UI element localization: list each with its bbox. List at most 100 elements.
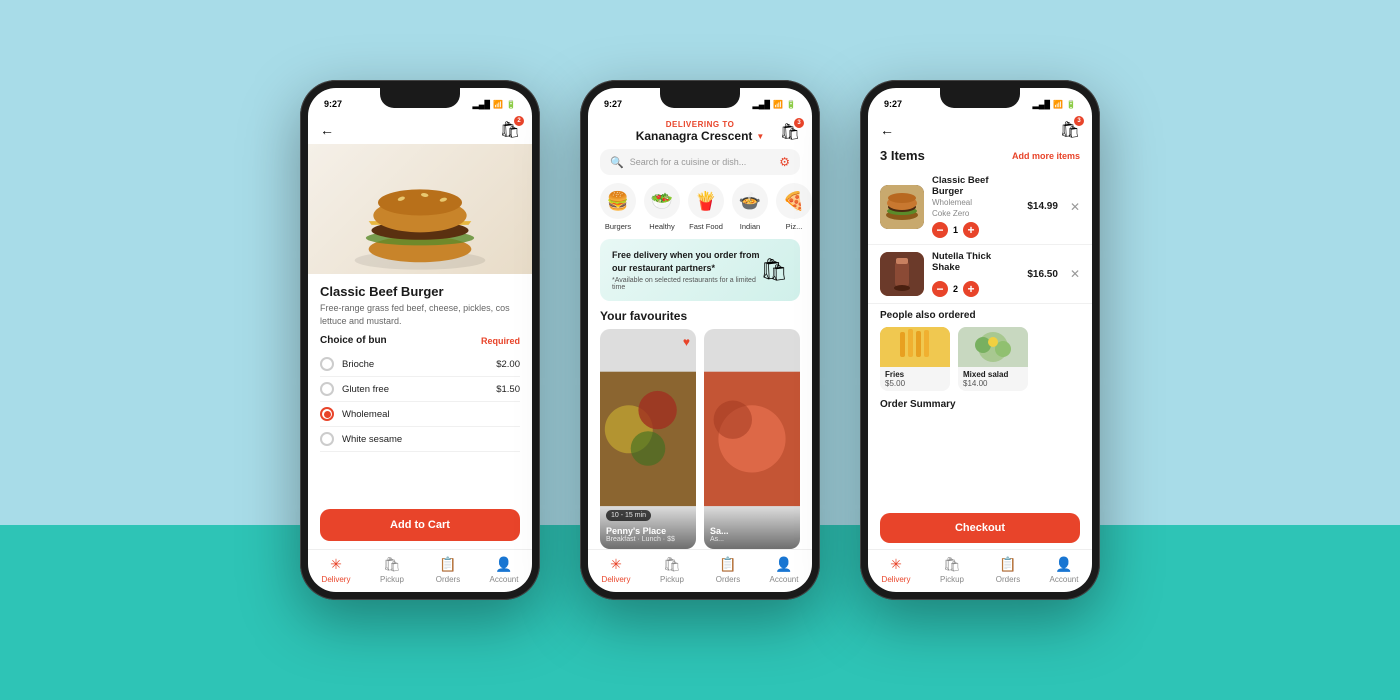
bun-option-gluten[interactable]: Gluten free $1.50	[320, 377, 520, 402]
nav-pickup-label-3: Pickup	[940, 575, 964, 584]
cart-item-2: Nutella Thick Shake − 2 + $16.50 ✕	[868, 245, 1092, 304]
location-row[interactable]: Kananagra Crescent ▼	[636, 129, 765, 143]
nav-pickup-2[interactable]: 🛍 Pickup	[644, 556, 700, 584]
bottom-nav-3: ✳ Delivery 🛍 Pickup 📋 Orders 👤 Account	[868, 549, 1092, 592]
category-fastfood[interactable]: 🍟 Fast Food	[688, 183, 724, 231]
search-bar[interactable]: 🔍 Search for a cuisine or dish... ⚙	[600, 149, 800, 175]
p1-content: Classic Beef Burger Free-range grass fed…	[308, 274, 532, 503]
p3-header: ← 🛍 3	[868, 116, 1092, 144]
wifi-icon-3: 📶	[1053, 100, 1063, 109]
nav-delivery-1[interactable]: ✳ Delivery	[308, 556, 364, 584]
nav-orders-label-2: Orders	[716, 575, 740, 584]
cart-item-img-1	[880, 185, 924, 229]
search-icon: 🔍	[610, 156, 624, 169]
cart-button-2[interactable]: 🛍 3	[780, 122, 800, 142]
promo-title: Free delivery when you order from our re…	[612, 249, 760, 274]
nav-orders-1[interactable]: 📋 Orders	[420, 556, 476, 584]
fav-card-2[interactable]: Sa... As...	[704, 329, 800, 549]
suggest-name-salad: Mixed salad	[963, 370, 1023, 379]
chevron-down-icon: ▼	[756, 132, 764, 141]
nav-pickup-label-2: Pickup	[660, 575, 684, 584]
category-healthy[interactable]: 🥗 Healthy	[644, 183, 680, 231]
p1-header: ← 🛍 2	[308, 116, 532, 144]
cart-item-1: Classic Beef Burger Wholemeal Coke Zero …	[868, 169, 1092, 245]
account-icon-3: 👤	[1055, 556, 1072, 573]
cart-item-controls-1: − 1 +	[932, 222, 1019, 238]
category-indian[interactable]: 🍲 Indian	[732, 183, 768, 231]
nav-orders-3[interactable]: 📋 Orders	[980, 556, 1036, 584]
nav-pickup-1[interactable]: 🛍 Pickup	[364, 556, 420, 584]
checkout-button[interactable]: Checkout	[880, 513, 1080, 543]
remove-item-1[interactable]: ✕	[1070, 200, 1080, 214]
add-more-link[interactable]: Add more items	[1012, 151, 1080, 161]
phone1: 9:27 ▂▄█ 📶 🔋 ← 🛍 2	[300, 80, 540, 600]
qty-2: 2	[953, 284, 958, 294]
search-placeholder: Search for a cuisine or dish...	[630, 157, 774, 167]
cart-item-price-1: $14.99	[1027, 201, 1058, 212]
cart-item-img-2	[880, 252, 924, 296]
bun-price-gluten: $1.50	[496, 384, 520, 395]
category-pizza[interactable]: 🍕 Piz...	[776, 183, 812, 231]
qty-1: 1	[953, 225, 958, 235]
nav-pickup-3[interactable]: 🛍 Pickup	[924, 556, 980, 584]
suggest-salad[interactable]: Mixed salad $14.00	[958, 327, 1028, 391]
remove-item-2[interactable]: ✕	[1070, 267, 1080, 281]
battery-icon-3: 🔋	[1066, 100, 1076, 109]
category-label-pizza: Piz...	[786, 222, 803, 231]
qty-plus-2[interactable]: +	[963, 281, 979, 297]
back-button-1[interactable]: ←	[320, 122, 334, 138]
qty-minus-1[interactable]: −	[932, 222, 948, 238]
nav-pickup-label-1: Pickup	[380, 575, 404, 584]
cart-badge-2: 3	[794, 118, 804, 128]
choice-title: Choice of bun	[320, 335, 387, 346]
choice-header: Choice of bun Required	[320, 335, 520, 346]
phone3: 9:27 ▂▄█ 📶 🔋 ← 🛍 3 3 Items Add more item…	[860, 80, 1100, 600]
nav-account-3[interactable]: 👤 Account	[1036, 556, 1092, 584]
qty-minus-2[interactable]: −	[932, 281, 948, 297]
bun-label-wholemeal: Wholemeal	[342, 409, 390, 420]
order-summary-label: Order Summary	[868, 395, 1092, 412]
filter-icon[interactable]: ⚙	[779, 155, 790, 169]
category-burgers[interactable]: 🍔 Burgers	[600, 183, 636, 231]
suggest-price-fries: $5.00	[885, 379, 945, 388]
cart-item-name-1: Classic Beef Burger	[932, 175, 1019, 197]
bottom-nav-1: ✳ Delivery 🛍 Pickup 📋 Orders 👤 Account	[308, 549, 532, 592]
qty-plus-1[interactable]: +	[963, 222, 979, 238]
category-emoji-healthy: 🥗	[644, 183, 680, 219]
delivering-label: DELIVERING TO	[666, 120, 735, 129]
signal-icon-2: ▂▄█	[753, 100, 771, 109]
nav-delivery-2[interactable]: ✳ Delivery	[588, 556, 644, 584]
cart-item-name-2: Nutella Thick Shake	[932, 251, 1019, 273]
cart-button-3[interactable]: 🛍 3	[1060, 120, 1080, 140]
add-to-cart-button[interactable]: Add to Cart	[320, 509, 520, 541]
bun-option-brioche[interactable]: Brioche $2.00	[320, 352, 520, 377]
bun-option-sesame[interactable]: White sesame	[320, 427, 520, 452]
nav-delivery-3[interactable]: ✳ Delivery	[868, 556, 924, 584]
notch-2	[660, 88, 740, 108]
nav-orders-2[interactable]: 📋 Orders	[700, 556, 756, 584]
fav-card-1[interactable]: 10 - 15 min Penny's Place Breakfast · Lu…	[600, 329, 696, 549]
signal-icon-3: ▂▄█	[1033, 100, 1051, 109]
cart-badge-3: 3	[1074, 116, 1084, 126]
back-button-3[interactable]: ←	[880, 122, 894, 138]
cart-button-1[interactable]: 🛍 2	[500, 120, 520, 140]
shake-cart-img	[880, 252, 924, 296]
orders-icon-1: 📋	[439, 556, 456, 573]
nav-account-label-3: Account	[1050, 575, 1079, 584]
p3-items-header: 3 Items Add more items	[868, 144, 1092, 169]
nav-account-1[interactable]: 👤 Account	[476, 556, 532, 584]
suggest-fries[interactable]: Fries $5.00	[880, 327, 950, 391]
suggest-name-fries: Fries	[885, 370, 945, 379]
status-icons-3: ▂▄█ 📶 🔋	[1033, 100, 1076, 109]
fav-name-1: Penny's Place	[606, 526, 690, 536]
suggest-info-salad: Mixed salad $14.00	[958, 367, 1028, 391]
pickup-icon-1: 🛍	[383, 556, 401, 573]
nav-account-2[interactable]: 👤 Account	[756, 556, 812, 584]
time-2: 9:27	[604, 99, 622, 109]
orders-icon-2: 📋	[719, 556, 736, 573]
category-emoji-burgers: 🍔	[600, 183, 636, 219]
suggest-price-salad: $14.00	[963, 379, 1023, 388]
bun-option-wholemeal[interactable]: Wholemeal	[320, 402, 520, 427]
p2-header: DELIVERING TO Kananagra Crescent ▼ 🛍 3	[588, 116, 812, 149]
category-label-burgers: Burgers	[605, 222, 631, 231]
